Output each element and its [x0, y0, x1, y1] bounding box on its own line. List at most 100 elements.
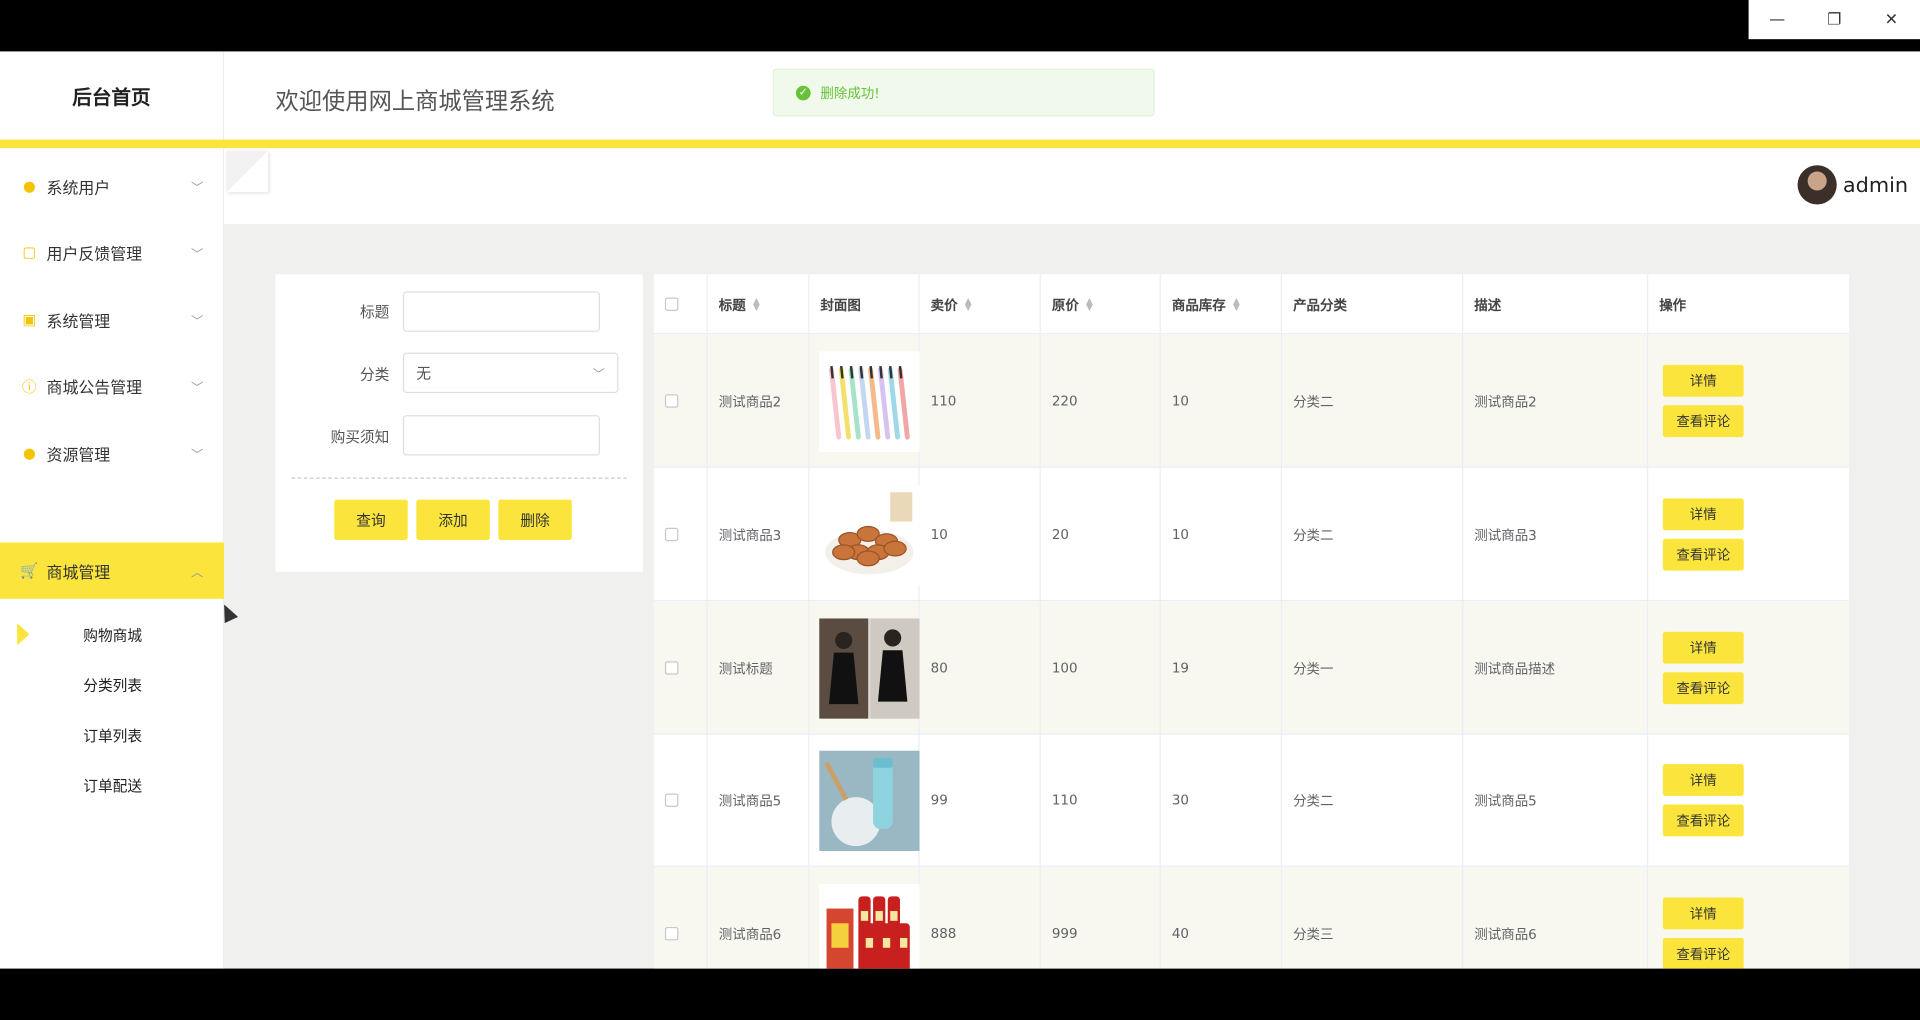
- col-title[interactable]: 标题 ▲ ▼: [708, 274, 810, 335]
- row-select-cell: [654, 601, 708, 735]
- cell-title: 测试商品6: [708, 866, 810, 969]
- cart-icon: 🛒: [20, 562, 39, 580]
- sidebar-item-system-manage[interactable]: ▣ 系统管理 ﹀: [0, 291, 224, 347]
- cell-cover: [809, 733, 920, 867]
- cover-image: [819, 883, 920, 969]
- col-description: 描述: [1463, 274, 1649, 335]
- sidebar-item-label: 资源管理: [46, 446, 111, 465]
- row-select-cell: [654, 866, 708, 969]
- view-comments-button[interactable]: 查看评论: [1662, 538, 1744, 571]
- cell-stock: 19: [1161, 601, 1283, 735]
- cell-category: 分类二: [1282, 334, 1464, 468]
- sub-item-label: 订单配送: [83, 776, 143, 795]
- cover-image: [819, 750, 920, 851]
- cell-description: 测试商品6: [1463, 866, 1649, 969]
- detail-button[interactable]: 详情: [1662, 498, 1744, 531]
- sidebar-item-announcements[interactable]: ⓘ 商城公告管理 ﹀: [0, 358, 224, 414]
- row-select-cell: [654, 467, 708, 602]
- cell-title: 测试商品3: [708, 467, 810, 602]
- row-checkbox[interactable]: [664, 661, 679, 675]
- chevron-down-icon: ﹀: [191, 181, 204, 196]
- detail-button[interactable]: 详情: [1662, 764, 1744, 796]
- select-all-checkbox[interactable]: [664, 297, 679, 312]
- search-panel: 标题 分类 无 ﹀ 购买须知 查询 添加 删除: [275, 274, 643, 572]
- sub-item-order-delivery[interactable]: 订单配送: [0, 764, 224, 806]
- row-checkbox[interactable]: [664, 394, 679, 408]
- notice-input[interactable]: [402, 415, 601, 456]
- col-original-price[interactable]: 原价 ▲ ▼: [1041, 274, 1161, 335]
- sort-icon[interactable]: ▲ ▼: [1233, 296, 1240, 311]
- cell-actions: 详情 查看评论: [1648, 334, 1849, 467]
- notice-label: 购买须知: [330, 428, 390, 446]
- chevron-down-icon: ﹀: [191, 247, 204, 262]
- detail-button[interactable]: 详情: [1662, 364, 1744, 397]
- cell-title: 测试商品2: [708, 334, 810, 468]
- detail-button[interactable]: 详情: [1662, 897, 1744, 930]
- cell-actions: 详情 查看评论: [1648, 867, 1849, 969]
- table-row: 测试商品6 888 999 40 分类三 测试商品6 详情 查看评论: [653, 866, 1849, 969]
- cell-price: 888: [920, 866, 1041, 969]
- check-circle-icon: ✓: [795, 85, 811, 100]
- view-comments-button[interactable]: 查看评论: [1662, 804, 1744, 837]
- cell-description: 测试商品5: [1463, 733, 1649, 867]
- cell-title: 测试标题: [708, 601, 810, 735]
- add-button[interactable]: 添加: [416, 499, 490, 541]
- sort-icon[interactable]: ▲ ▼: [965, 296, 972, 311]
- category-label: 分类: [359, 366, 390, 384]
- toast-message: 删除成功!: [820, 85, 880, 102]
- view-comments-button[interactable]: 查看评论: [1662, 937, 1744, 969]
- sidebar-item-feedback[interactable]: ▢ 用户反馈管理 ﹀: [0, 224, 224, 280]
- query-button[interactable]: 查询: [334, 499, 408, 541]
- cell-stock: 30: [1161, 733, 1283, 867]
- row-checkbox[interactable]: [664, 793, 679, 807]
- collapse-toggle-icon[interactable]: [226, 150, 269, 193]
- col-price[interactable]: 卖价 ▲ ▼: [920, 274, 1041, 335]
- avatar[interactable]: [1797, 165, 1837, 205]
- row-select-cell: [654, 733, 708, 867]
- logo-title[interactable]: 后台首页: [0, 51, 225, 140]
- view-comments-button[interactable]: 查看评论: [1662, 672, 1744, 705]
- restore-button[interactable]: ❐: [1806, 0, 1863, 39]
- minimize-button[interactable]: —: [1749, 0, 1806, 39]
- cell-category: 分类三: [1282, 866, 1464, 969]
- window-controls: — ❐ ✕: [1748, 0, 1920, 40]
- user-icon: ●: [22, 177, 36, 195]
- sub-item-shopping-mall[interactable]: 购物商城: [0, 613, 224, 655]
- header-accent-bar: [0, 139, 1920, 149]
- sort-icon[interactable]: ▲ ▼: [753, 296, 760, 311]
- sidebar-item-label: 用户反馈管理: [46, 245, 143, 264]
- sidebar-item-system-users[interactable]: ● 系统用户 ﹀: [0, 158, 224, 214]
- delete-button[interactable]: 删除: [498, 499, 572, 541]
- username[interactable]: admin: [1843, 174, 1908, 198]
- view-comments-button[interactable]: 查看评论: [1662, 405, 1744, 438]
- cell-original-price: 220: [1041, 334, 1161, 468]
- cover-image: [819, 484, 920, 585]
- sidebar-item-resources[interactable]: ● 资源管理 ﹀: [0, 425, 224, 481]
- col-cover: 封面图: [809, 274, 920, 335]
- cell-cover: [809, 601, 920, 735]
- detail-button[interactable]: 详情: [1662, 631, 1744, 664]
- row-checkbox[interactable]: [664, 926, 679, 941]
- sidebar-item-mall[interactable]: 🛒 商城管理 ︿: [0, 542, 225, 599]
- product-table: 标题 ▲ ▼ 封面图 卖价 ▲ ▼ 原价 ▲ ▼ 商品库存 ▲ ▼ 产品分类 描述 操作 测试商…: [653, 274, 1849, 969]
- cell-actions: 详情 查看评论: [1648, 601, 1849, 734]
- cell-original-price: 100: [1041, 601, 1161, 735]
- category-select[interactable]: 无 ﹀: [402, 352, 619, 394]
- info-icon: ⓘ: [22, 377, 37, 395]
- select-all-cell: [654, 274, 708, 335]
- title-label: 标题: [359, 303, 390, 321]
- col-stock[interactable]: 商品库存 ▲ ▼: [1161, 274, 1283, 335]
- title-input[interactable]: [402, 291, 601, 332]
- cell-price: 10: [920, 467, 1041, 602]
- close-button[interactable]: ✕: [1863, 0, 1920, 39]
- sidebar-item-label: 系统管理: [46, 312, 111, 332]
- sub-item-category-list[interactable]: 分类列表: [0, 664, 224, 706]
- cell-category: 分类二: [1282, 467, 1464, 602]
- cell-original-price: 999: [1041, 866, 1161, 969]
- cell-stock: 10: [1161, 334, 1283, 468]
- cell-cover: [809, 467, 920, 602]
- sort-icon[interactable]: ▲ ▼: [1086, 296, 1093, 311]
- sub-item-order-list[interactable]: 订单列表: [0, 714, 224, 756]
- row-checkbox[interactable]: [664, 527, 679, 542]
- welcome-text: 欢迎使用网上商城管理系统: [275, 88, 555, 116]
